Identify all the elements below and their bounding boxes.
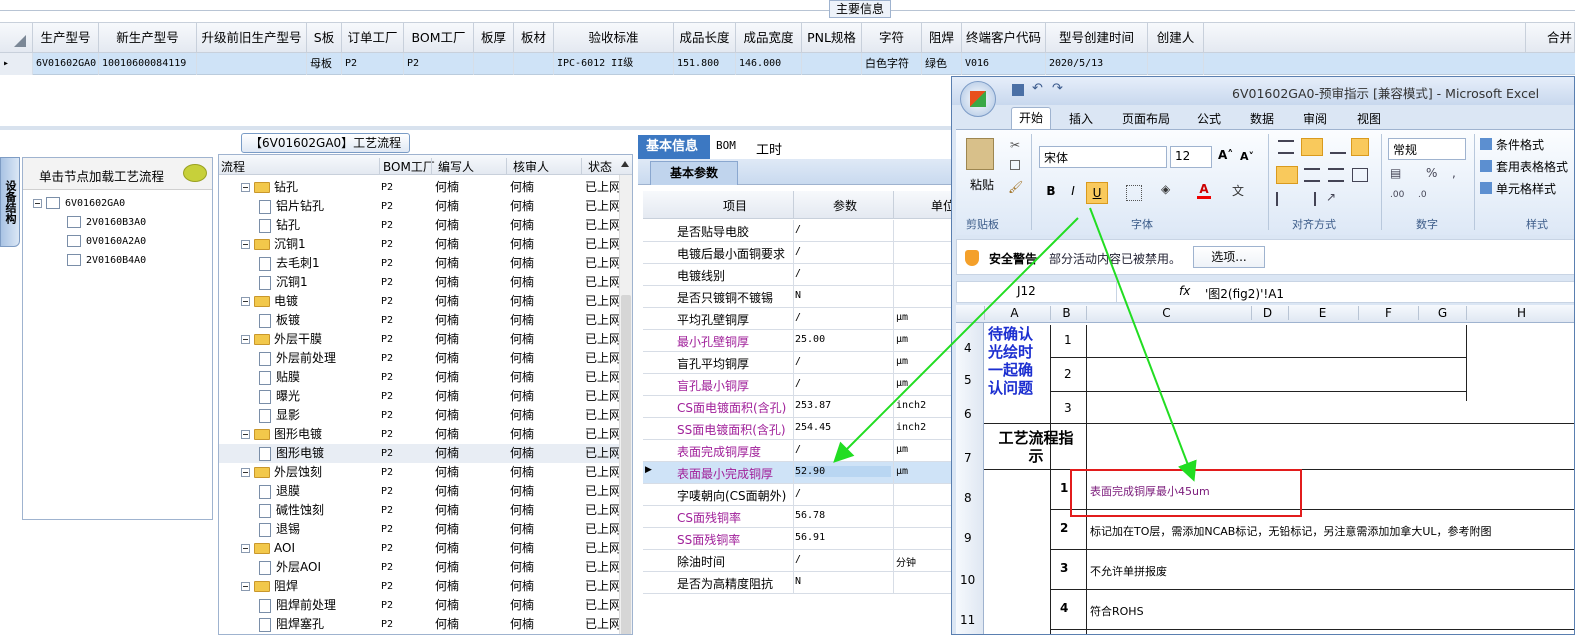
arrow-to-param — [833, 217, 1079, 463]
arrow-to-note — [1089, 207, 1197, 482]
annotation-arrows — [833, 207, 1197, 482]
